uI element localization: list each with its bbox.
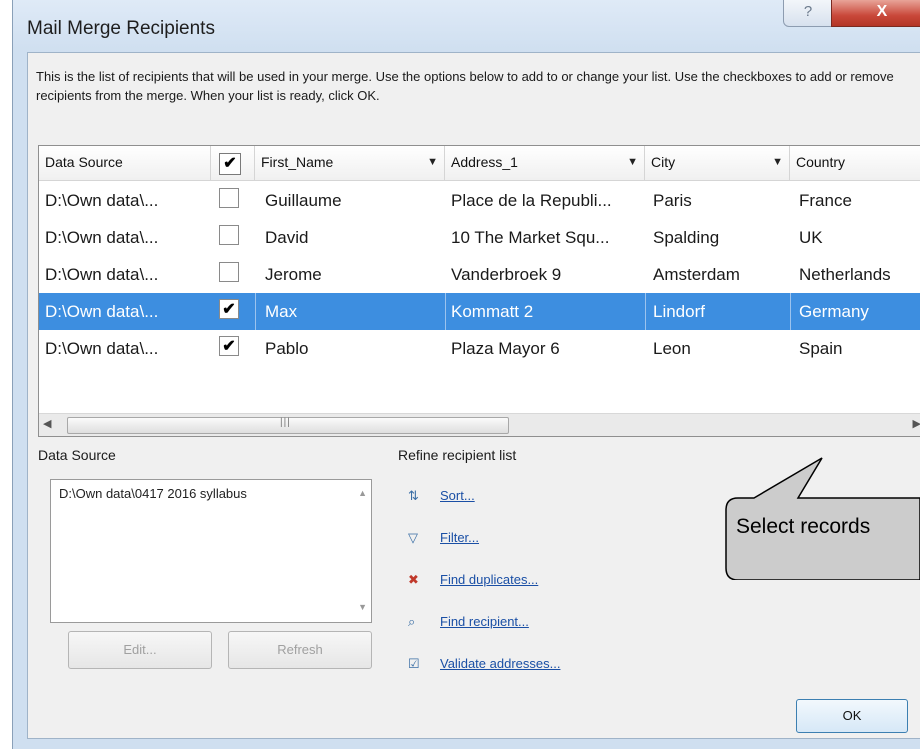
callout-text: Select records <box>736 515 871 538</box>
scroll-down-arrow-icon[interactable]: ▼ <box>358 602 367 612</box>
column-header-data-source[interactable]: Data Source <box>39 146 211 180</box>
dropdown-arrow-icon[interactable]: ▼ <box>427 146 438 178</box>
cell-city: Leon <box>653 339 691 358</box>
column-header-label: City <box>651 154 676 170</box>
scroll-right-arrow-icon[interactable]: ▶ <box>913 417 920 430</box>
sort-link[interactable]: ⇅ Sort... <box>408 487 475 504</box>
column-header-label: Country <box>796 154 846 170</box>
validate-addresses-link-label[interactable]: Validate addresses... <box>440 656 560 671</box>
column-header-label: Address_1 <box>451 154 518 170</box>
validate-icon: ☑ <box>408 655 420 671</box>
find-duplicates-link[interactable]: ✖ Find duplicates... <box>408 571 538 588</box>
row-checkbox[interactable] <box>219 262 239 282</box>
row-checkbox[interactable]: ✔ <box>219 299 239 319</box>
cell-country: Netherlands <box>799 265 891 284</box>
close-button[interactable]: X <box>831 0 920 27</box>
filter-link-label[interactable]: Filter... <box>440 530 479 545</box>
dialog-body: This is the list of recipients that will… <box>27 52 920 739</box>
cell-data-source: D:\Own data\... <box>45 302 159 321</box>
row-checkbox[interactable] <box>219 188 239 208</box>
recipient-grid[interactable]: Data Source ✔ First_Name ▼ Address_1 ▼ C… <box>38 145 920 437</box>
column-header-city[interactable]: City ▼ <box>645 146 790 180</box>
sort-icon: ⇅ <box>408 487 419 503</box>
cell-first-name: David <box>265 228 309 247</box>
cell-first-name: Jerome <box>265 265 322 284</box>
table-row[interactable]: D:\Own data\... Guillaume Place de la Re… <box>39 182 920 219</box>
cell-first-name: Guillaume <box>265 191 342 210</box>
filter-link[interactable]: ▽ Filter... <box>408 529 479 546</box>
column-header-country[interactable]: Country <box>790 146 920 180</box>
sort-link-label[interactable]: Sort... <box>440 488 475 503</box>
ok-button[interactable]: OK <box>796 699 908 733</box>
find-recipient-link-label[interactable]: Find recipient... <box>440 614 529 629</box>
column-header-address[interactable]: Address_1 ▼ <box>445 146 645 180</box>
column-header-label: First_Name <box>261 154 334 170</box>
column-divider <box>445 293 446 330</box>
scroll-left-arrow-icon[interactable]: ◀ <box>43 417 51 430</box>
scroll-up-arrow-icon[interactable]: ▲ <box>358 488 367 498</box>
row-checkbox[interactable]: ✔ <box>219 336 239 356</box>
select-all-checkbox[interactable]: ✔ <box>219 153 241 175</box>
data-source-item[interactable]: D:\Own data\0417 2016 syllabus <box>59 486 247 501</box>
cell-data-source: D:\Own data\... <box>45 265 159 284</box>
dropdown-arrow-icon[interactable]: ▼ <box>627 146 638 178</box>
horizontal-scrollbar[interactable]: ◀ ||| ▶ <box>39 413 920 436</box>
cell-country: Spain <box>799 339 843 358</box>
cell-address: Plaza Mayor 6 <box>451 339 560 358</box>
column-divider <box>255 293 256 330</box>
cell-data-source: D:\Own data\... <box>45 191 159 210</box>
data-source-list[interactable]: D:\Own data\0417 2016 syllabus ▲ ▼ <box>50 479 372 623</box>
table-row[interactable]: D:\Own data\... ✔ Pablo Plaza Mayor 6 Le… <box>39 330 920 367</box>
dropdown-arrow-icon[interactable]: ▼ <box>772 146 783 178</box>
cell-city: Spalding <box>653 228 720 247</box>
cell-address: Vanderbroek 9 <box>451 265 562 284</box>
column-divider <box>645 293 646 330</box>
cell-address: Place de la Republi... <box>451 191 612 210</box>
find-recipient-icon: ⌕ <box>408 613 416 629</box>
cell-address: 10 The Market Squ... <box>451 228 610 247</box>
cell-first-name: Pablo <box>265 339 309 358</box>
cell-city: Amsterdam <box>653 265 740 284</box>
scrollbar-grip: ||| <box>280 417 291 428</box>
cell-data-source: D:\Own data\... <box>45 228 159 247</box>
refine-recipient-list-label: Refine recipient list <box>398 447 517 463</box>
scrollbar-thumb[interactable]: ||| <box>67 417 509 434</box>
cell-country: Germany <box>799 302 869 321</box>
find-duplicates-link-label[interactable]: Find duplicates... <box>440 572 538 587</box>
row-checkbox[interactable] <box>219 225 239 245</box>
table-row[interactable]: D:\Own data\... Jerome Vanderbroek 9 Ams… <box>39 256 920 293</box>
data-source-label: Data Source <box>38 447 116 463</box>
find-recipient-link[interactable]: ⌕ Find recipient... <box>408 613 529 630</box>
column-header-label: Data Source <box>45 154 123 170</box>
help-button[interactable]: ? <box>783 0 833 27</box>
table-row-selected[interactable]: D:\Own data\... ✔ Max Kommatt 2 Lindorf … <box>39 293 920 330</box>
cell-address: Kommatt 2 <box>451 302 534 321</box>
find-duplicates-icon: ✖ <box>408 571 419 587</box>
title-bar: Mail Merge Recipients ? X <box>13 0 920 52</box>
cell-city: Paris <box>653 191 692 210</box>
column-header-first-name[interactable]: First_Name ▼ <box>255 146 445 180</box>
mail-merge-recipients-dialog: Mail Merge Recipients ? X This is the li… <box>12 0 920 749</box>
cell-country: France <box>799 191 852 210</box>
grid-header: Data Source ✔ First_Name ▼ Address_1 ▼ C… <box>39 146 920 181</box>
cell-country: UK <box>799 228 823 247</box>
intro-text: This is the list of recipients that will… <box>36 69 894 103</box>
cell-city: Lindorf <box>653 302 705 321</box>
edit-button[interactable]: Edit... <box>68 631 212 669</box>
table-row[interactable]: D:\Own data\... David 10 The Market Squ.… <box>39 219 920 256</box>
refresh-button[interactable]: Refresh <box>228 631 372 669</box>
cell-first-name: Max <box>265 302 298 321</box>
filter-icon: ▽ <box>408 529 418 545</box>
cell-data-source: D:\Own data\... <box>45 339 159 358</box>
validate-addresses-link[interactable]: ☑ Validate addresses... <box>408 655 560 672</box>
dialog-title: Mail Merge Recipients <box>27 18 215 39</box>
column-divider <box>790 293 791 330</box>
